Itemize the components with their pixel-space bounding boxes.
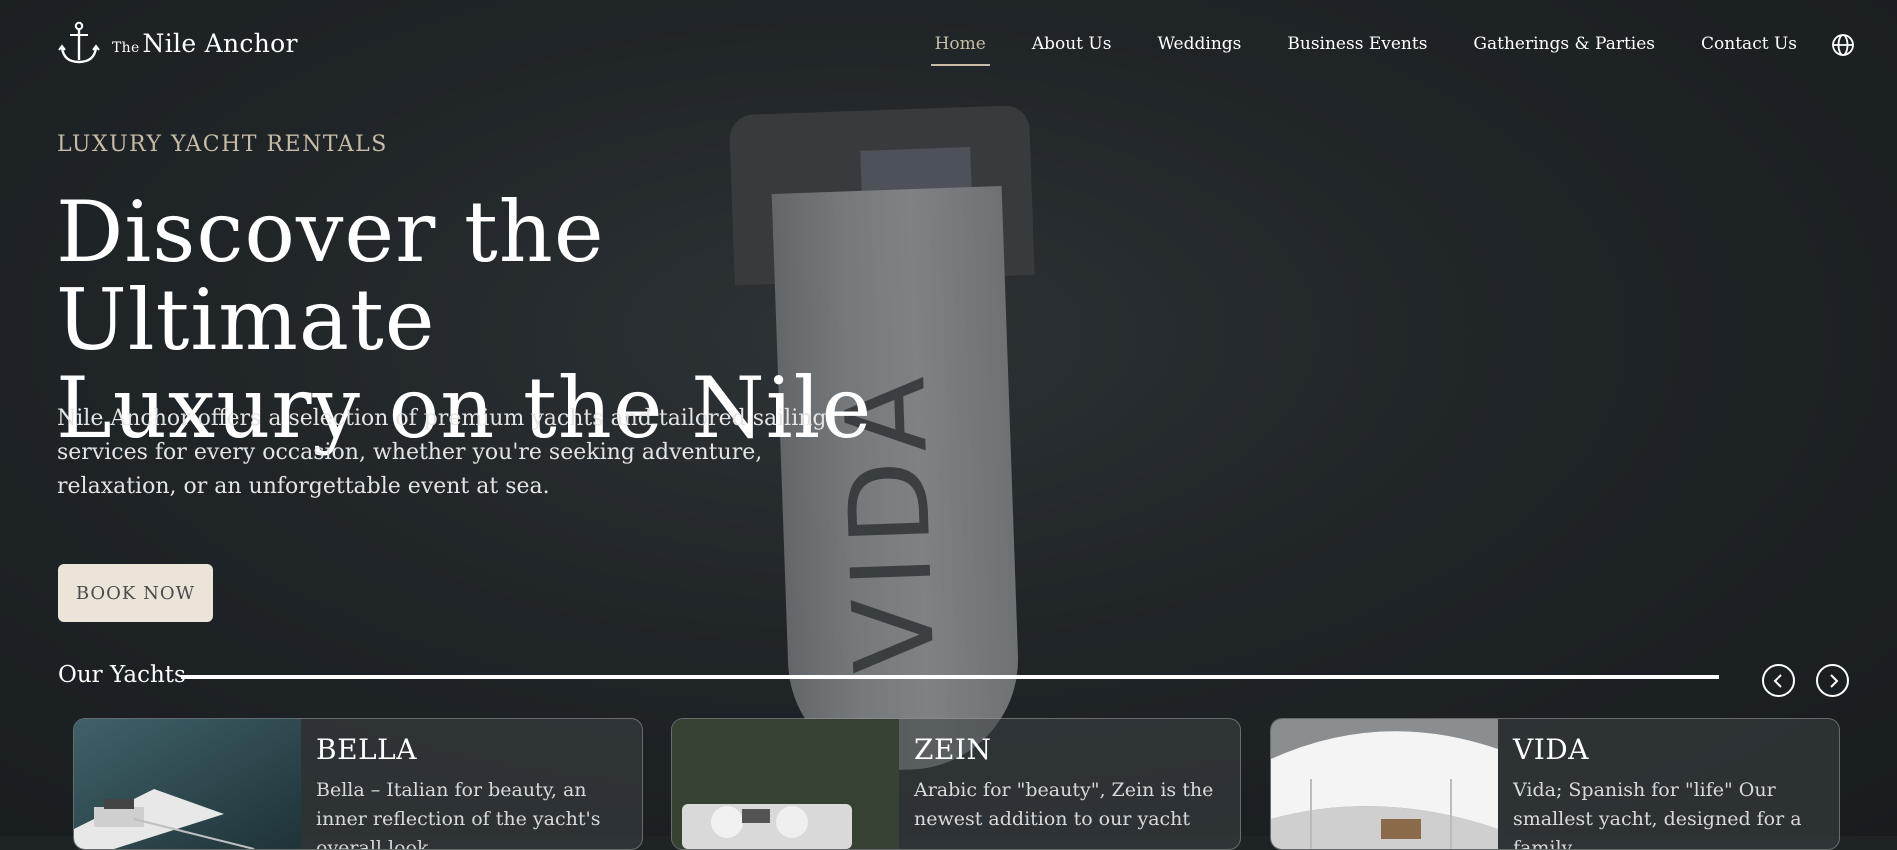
yacht-carousel: BELLA Bella – Italian for beauty, an inn… — [73, 718, 1843, 850]
anchor-icon — [58, 21, 100, 64]
hero-title-line-1: Discover the Ultimate — [56, 183, 605, 369]
yacht-description: Arabic for "beauty", Zein is the newest … — [914, 779, 1214, 830]
our-yachts-title: Our Yachts — [58, 662, 186, 688]
yacht-card-vida[interactable]: VIDA Vida; Spanish for "life" Our smalle… — [1270, 718, 1840, 850]
nav-contact-us[interactable]: Contact Us — [1697, 30, 1801, 66]
hero-eyebrow: LUXURY YACHT RENTALS — [57, 132, 388, 157]
yacht-name: ZEIN — [914, 733, 992, 766]
yacht-description: Vida; Spanish for "life" Our smallest ya… — [1513, 779, 1802, 850]
yacht-thumbnail-bella — [74, 719, 301, 849]
nav-home[interactable]: Home — [930, 30, 991, 66]
main-nav: Home About Us Weddings Business Events G… — [930, 30, 1801, 66]
yacht-description: Bella – Italian for beauty, an inner ref… — [316, 779, 601, 850]
yacht-card-zein[interactable]: ZEIN Arabic for "beauty", Zein is the ne… — [671, 718, 1241, 850]
logo-wordmark: The Nile Anchor — [112, 28, 298, 58]
yacht-thumbnail-zein — [672, 719, 899, 849]
hero-description: Nile Anchor offers a selection of premiu… — [57, 406, 827, 499]
chevron-left-icon — [1773, 673, 1782, 688]
nav-weddings[interactable]: Weddings — [1153, 30, 1245, 66]
yacht-thumbnail-vida — [1271, 719, 1498, 849]
section-divider — [181, 675, 1719, 679]
site-logo[interactable]: The Nile Anchor — [56, 20, 298, 66]
book-now-button[interactable]: BOOK NOW — [58, 564, 213, 622]
nav-business-events[interactable]: Business Events — [1283, 30, 1431, 66]
carousel-prev-button[interactable] — [1762, 664, 1795, 697]
our-yachts-header: Our Yachts — [58, 660, 1855, 697]
yacht-name: VIDA — [1513, 733, 1589, 766]
carousel-next-button[interactable] — [1816, 664, 1849, 697]
globe-icon[interactable] — [1831, 33, 1855, 57]
nav-gatherings-parties[interactable]: Gatherings & Parties — [1469, 30, 1659, 66]
yacht-card-bella[interactable]: BELLA Bella – Italian for beauty, an inn… — [73, 718, 643, 850]
yacht-name: BELLA — [316, 733, 417, 766]
site-header: The Nile Anchor Home About Us Weddings Bu… — [0, 0, 1897, 92]
chevron-right-icon — [1829, 673, 1838, 688]
nav-about-us[interactable]: About Us — [1028, 30, 1116, 66]
